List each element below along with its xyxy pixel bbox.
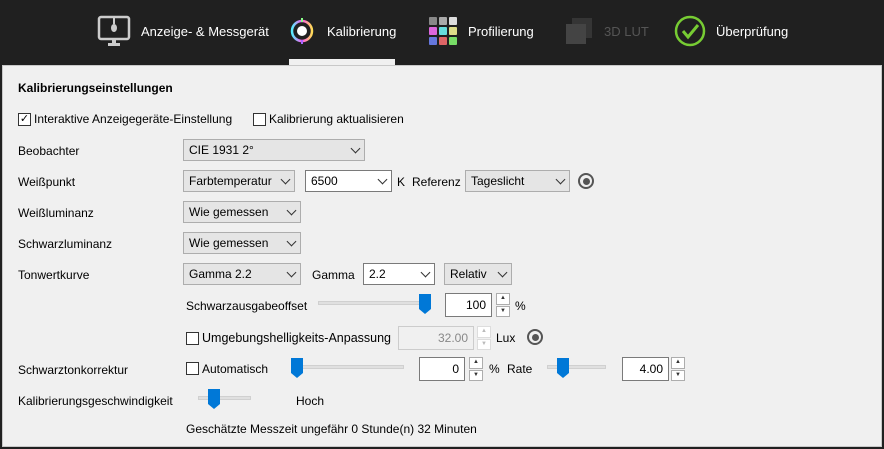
percent-unit: % — [515, 299, 526, 313]
gamma-value: 2.2 — [369, 267, 386, 281]
gamma-combo[interactable]: 2.2 — [363, 263, 435, 285]
black-luminance-value: Wie gemessen — [189, 236, 269, 250]
whitepoint-label: Weißpunkt — [18, 175, 76, 189]
update-checkbox[interactable] — [253, 113, 266, 126]
percent-unit: % — [489, 362, 500, 376]
update-label: Kalibrierung aktualisieren — [269, 112, 404, 126]
speed-value: Hoch — [296, 394, 325, 408]
white-luminance-value: Wie gemessen — [189, 205, 269, 219]
reference-select[interactable]: Tageslicht — [465, 170, 570, 192]
tab-3d-lut[interactable]: 3D LUT — [564, 10, 649, 52]
tab-profiling[interactable]: Profilierung — [428, 10, 534, 52]
speed-label: Kalibrierungsgeschwindigkeit — [18, 394, 173, 408]
tab-display-instrument[interactable]: Anzeige- & Messgerät — [97, 10, 269, 52]
rate-spinner[interactable]: ▲ ▼ — [671, 357, 685, 381]
black-correction-input[interactable]: 0 — [419, 357, 465, 381]
auto-black-checkbox[interactable] — [186, 362, 199, 375]
section-title: Kalibrierungseinstellungen — [18, 81, 173, 95]
reference-value: Tageslicht — [471, 174, 525, 188]
speed-slider[interactable] — [198, 396, 251, 400]
estimated-time: Geschätzte Messzeit ungefähr 0 Stunde(n)… — [186, 422, 477, 436]
black-offset-spinner[interactable]: ▲ ▼ — [496, 293, 510, 317]
observer-select[interactable]: CIE 1931 2° — [183, 139, 365, 161]
chevron-down-icon — [497, 267, 508, 277]
rate-label: Rate — [507, 362, 533, 376]
tone-curve-select[interactable]: Gamma 2.2 — [183, 263, 301, 285]
observer-value: CIE 1931 2° — [189, 143, 254, 157]
chevron-down-icon — [286, 236, 297, 246]
chevron-down-icon — [286, 267, 297, 277]
color-wheel-icon — [290, 18, 314, 44]
chevron-down-icon — [555, 174, 566, 184]
chevron-down-icon — [280, 174, 291, 184]
top-nav: Anzeige- & Messgerät Kalibrierung Profil… — [0, 0, 884, 65]
ambient-spinner[interactable]: ▲ ▼ — [477, 326, 491, 350]
black-correction-slider[interactable] — [293, 365, 404, 369]
auto-black-label: Automatisch — [202, 362, 269, 376]
tone-curve-value: Gamma 2.2 — [189, 267, 252, 281]
gamma-mode-select[interactable]: Relativ — [444, 263, 512, 285]
checkmark-icon — [674, 15, 706, 47]
tab-label: Anzeige- & Messgerät — [141, 23, 269, 39]
ambient-lux-input[interactable]: 32.00 — [398, 326, 474, 350]
white-luminance-label: Weißluminanz — [18, 206, 94, 220]
gamma-mode-value: Relativ — [450, 267, 487, 281]
black-correction-label: Schwarztonkorrektur — [18, 363, 129, 377]
chevron-down-icon — [350, 143, 361, 153]
interactive-label: Interaktive Anzeigegeräte-Einstellung — [34, 112, 233, 126]
black-luminance-label: Schwarzluminanz — [18, 237, 113, 251]
black-offset-slider-thumb[interactable] — [419, 294, 431, 314]
whitepoint-mode-value: Farbtemperatur — [189, 174, 272, 188]
black-correction-spinner[interactable]: ▲ ▼ — [469, 357, 483, 381]
tab-label: Kalibrierung — [327, 23, 397, 39]
tone-curve-label: Tonwertkurve — [18, 268, 90, 282]
ambient-label: Umgebungshelligkeits-Anpassung — [202, 331, 392, 345]
monitor-icon — [97, 15, 131, 46]
tab-label: Überprüfung — [716, 23, 789, 39]
chevron-down-icon — [286, 205, 297, 215]
black-offset-label: Schwarzausgabeoffset — [186, 299, 308, 313]
chevron-down-icon — [377, 174, 388, 184]
black-offset-slider[interactable] — [318, 301, 431, 305]
cube-icon — [566, 18, 592, 44]
ambient-checkbox[interactable] — [186, 332, 199, 345]
chevron-down-icon — [420, 267, 431, 277]
black-correction-slider-thumb[interactable] — [291, 358, 303, 378]
observer-label: Beobachter — [18, 144, 80, 158]
rate-input[interactable]: 4.00 — [622, 357, 669, 381]
tab-label: Profilierung — [468, 23, 534, 39]
kelvin-unit: K — [397, 175, 406, 189]
speed-slider-thumb[interactable] — [208, 389, 220, 409]
measure-ambient-icon[interactable] — [527, 329, 543, 345]
calibration-settings-panel: Kalibrierungseinstellungen ✓ Interaktive… — [2, 65, 882, 447]
color-temp-value: 6500 — [311, 174, 338, 188]
color-temp-combo[interactable]: 6500 — [305, 170, 392, 192]
black-luminance-select[interactable]: Wie gemessen — [183, 232, 301, 254]
interactive-checkbox[interactable]: ✓ — [18, 113, 31, 126]
gamma-label: Gamma — [312, 268, 355, 282]
black-offset-input[interactable]: 100 — [445, 293, 492, 317]
color-patches-icon — [429, 17, 457, 45]
rate-slider-thumb[interactable] — [557, 358, 569, 378]
rate-slider[interactable] — [547, 365, 606, 369]
measure-target-icon[interactable] — [578, 173, 594, 189]
tab-calibration[interactable]: Kalibrierung — [287, 10, 396, 52]
whitepoint-mode-select[interactable]: Farbtemperatur — [183, 170, 295, 192]
tab-verification[interactable]: Überprüfung — [674, 10, 788, 52]
reference-label: Referenz — [412, 175, 461, 189]
tab-label: 3D LUT — [604, 23, 649, 39]
lux-unit: Lux — [496, 331, 516, 345]
white-luminance-select[interactable]: Wie gemessen — [183, 201, 301, 223]
